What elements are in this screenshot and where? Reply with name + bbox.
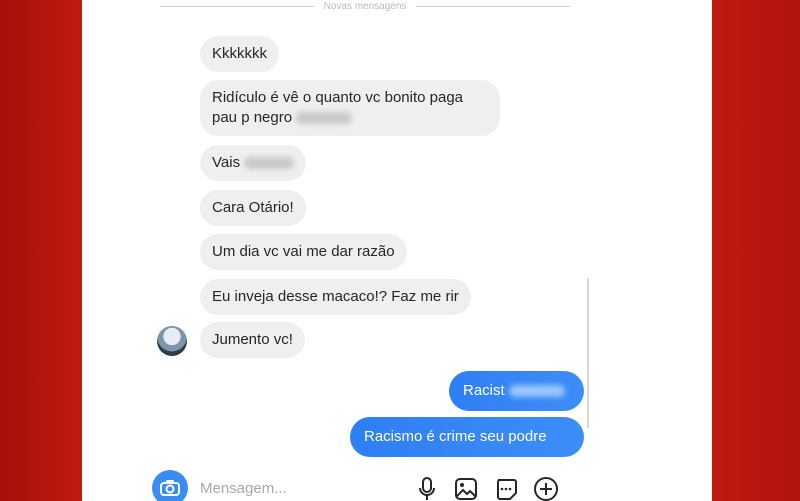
background-frame-left [0, 0, 82, 501]
divider-label: Novas mensagens [323, 0, 407, 12]
message-text: Vais [212, 154, 241, 171]
incoming-message[interactable]: Um dia vc vai me dar razão [200, 234, 407, 270]
chat-screen: Novas mensagens Kkkkkkk Ridículo é vê o … [82, 0, 712, 501]
new-messages-divider: Novas mensagens [160, 0, 571, 12]
censored-text [508, 385, 565, 398]
message-text: pau p negro [212, 109, 293, 126]
camera-icon[interactable] [152, 470, 188, 501]
message-input[interactable]: Mensagem... [200, 480, 287, 497]
message-text: Jumento vc! [212, 331, 293, 348]
censored-text [296, 112, 353, 125]
outgoing-message[interactable]: Racismo é crime seu podre [350, 417, 584, 457]
sticker-icon[interactable] [493, 476, 519, 501]
gallery-icon[interactable] [453, 476, 479, 501]
outgoing-message[interactable]: Racist [449, 371, 584, 411]
background-frame-right [712, 0, 800, 501]
message-text: Cara Otário! [212, 199, 294, 216]
message-text: Kkkkkkk [212, 45, 268, 62]
divider-line-left [160, 5, 314, 7]
message-text: Racismo é crime seu podre [364, 428, 547, 445]
add-icon[interactable] [533, 476, 559, 501]
message-text: Um dia vc vai me dar razão [212, 243, 395, 260]
scrollbar[interactable] [587, 278, 589, 428]
incoming-message[interactable]: Eu inveja desse macaco!? Faz me rir [200, 279, 471, 315]
incoming-message[interactable]: Ridículo é vê o quanto vc bonito paga pa… [200, 80, 500, 136]
censored-text [244, 157, 295, 170]
microphone-icon[interactable] [414, 476, 440, 501]
incoming-message[interactable]: Vais [200, 145, 307, 181]
message-composer: Mensagem... [152, 470, 572, 501]
incoming-message[interactable]: Jumento vc! [200, 322, 305, 358]
message-text: Eu inveja desse macaco!? Faz me rir [212, 288, 459, 305]
sender-avatar[interactable] [157, 326, 187, 356]
incoming-message[interactable]: Kkkkkkk [200, 36, 280, 72]
divider-line-right [416, 5, 571, 7]
message-text: Racist [463, 382, 505, 399]
incoming-message[interactable]: Cara Otário! [200, 190, 306, 226]
message-text: Ridículo é vê o quanto vc bonito paga [212, 89, 464, 106]
